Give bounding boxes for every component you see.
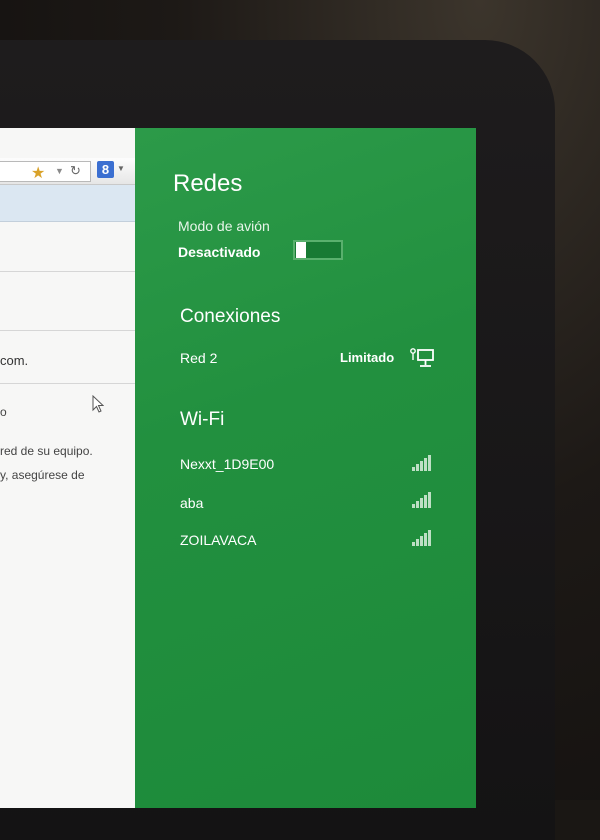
wifi-signal-icon	[412, 530, 432, 546]
wifi-network-item[interactable]: ZOILAVACA	[180, 532, 257, 548]
wifi-heading: Wi-Fi	[180, 409, 225, 430]
google-search-engine-icon[interactable]: 8	[97, 161, 114, 178]
divider	[0, 330, 135, 331]
page-text-line: y, asegúrese de	[0, 468, 85, 482]
page-text-line: com.	[0, 353, 29, 368]
laptop-screen: ★ ▼ ↻ 8 ▼ com. o red de su equipo. y, as…	[0, 128, 476, 808]
divider	[0, 271, 135, 272]
airplane-mode-toggle[interactable]	[293, 240, 343, 260]
airplane-mode-label: Modo de avión	[178, 218, 270, 234]
connection-item-label[interactable]: Red 2	[180, 350, 217, 366]
toggle-knob	[296, 242, 306, 258]
wifi-signal-icon	[412, 492, 432, 508]
connection-status: Limitado	[340, 350, 395, 365]
networks-panel: Redes Modo de avión Desactivado Conexion…	[135, 128, 476, 808]
browser-toolbar	[0, 185, 135, 222]
wifi-network-item[interactable]: aba	[180, 495, 203, 511]
page-text-line: o	[0, 405, 7, 419]
divider	[0, 383, 135, 384]
wifi-signal-icon	[412, 455, 432, 471]
browser-navigation-bar: ★ ▼ ↻ 8 ▼	[0, 158, 135, 185]
browser-window: ★ ▼ ↻ 8 ▼ com. o red de su equipo. y, as…	[0, 128, 135, 808]
bookmark-star-icon[interactable]: ★	[31, 163, 45, 183]
page-text-line: red de su equipo.	[0, 444, 93, 458]
search-engine-dropdown-icon[interactable]: ▼	[117, 164, 125, 173]
mouse-cursor-icon	[92, 395, 104, 413]
airplane-mode-state: Desactivado	[178, 244, 261, 260]
connections-heading: Conexiones	[180, 306, 281, 327]
wifi-network-item[interactable]: Nexxt_1D9E00	[180, 456, 274, 472]
panel-title: Redes	[173, 170, 243, 197]
wired-network-icon	[410, 348, 434, 367]
reload-icon[interactable]: ↻	[70, 163, 81, 179]
address-bar[interactable]: ★ ▼ ↻	[0, 161, 91, 182]
history-dropdown-icon[interactable]: ▼	[55, 166, 64, 176]
